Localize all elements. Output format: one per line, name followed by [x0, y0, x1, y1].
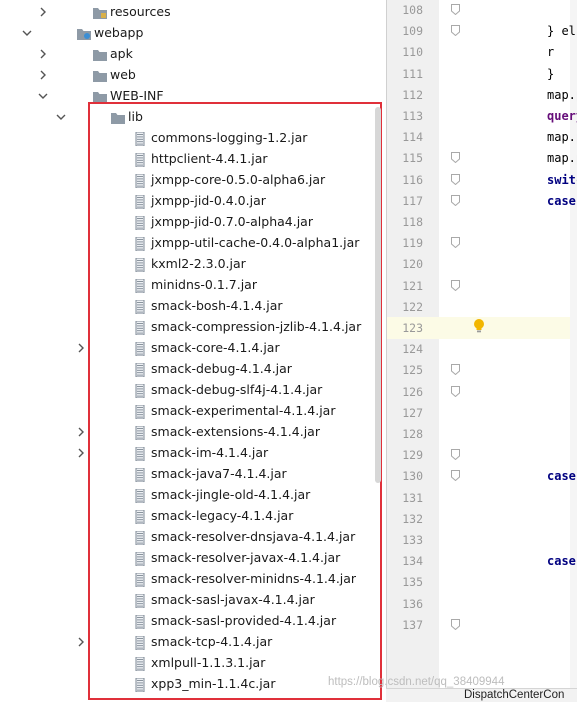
line-number: 131 — [402, 490, 423, 505]
chevron-right-icon[interactable] — [36, 1, 50, 22]
line-number: 108 — [402, 3, 423, 17]
chevron-right-icon[interactable] — [74, 337, 88, 358]
line-number: 134 — [402, 554, 423, 569]
code-editor[interactable]: 108 109 110 111 112 113 114 115 116 117 118 119 120 1… — [386, 0, 577, 702]
chevron-right-icon[interactable] — [74, 442, 88, 463]
line-number: 133 — [402, 533, 423, 547]
line-number: 112 — [402, 87, 423, 102]
watermark-text: https://blog.csdn.net/qq_38409944 — [328, 676, 505, 688]
fold-marker-icon[interactable] — [451, 173, 460, 185]
fold-marker-icon[interactable] — [451, 279, 460, 291]
tree-scrollbar[interactable] — [375, 107, 381, 483]
chevron-right-icon[interactable] — [74, 631, 88, 652]
line-number: 113 — [402, 109, 423, 123]
fold-marker-icon[interactable] — [451, 194, 460, 206]
tree-item-label: webapp — [94, 25, 144, 40]
line-number: 118 — [402, 215, 423, 229]
chevron-right-icon[interactable] — [36, 43, 50, 64]
fold-marker-icon[interactable] — [451, 470, 460, 482]
tree-item-folder[interactable]: resources — [0, 1, 372, 22]
fold-marker-icon[interactable] — [451, 364, 460, 376]
line-number: 128 — [402, 427, 423, 441]
code-line[interactable]: case — [547, 465, 576, 487]
line-number: 115 — [402, 151, 423, 166]
lightbulb-icon[interactable] — [472, 318, 486, 337]
fold-marker-icon[interactable] — [451, 449, 460, 461]
editor-tab-label[interactable]: DispatchCenterCon — [464, 689, 564, 701]
code-line[interactable]: query — [547, 105, 577, 127]
line-number: 130 — [402, 469, 423, 484]
chevron-down-icon[interactable] — [54, 106, 68, 127]
line-number: 136 — [402, 596, 423, 611]
line-number: 121 — [402, 278, 423, 293]
line-number: 122 — [402, 299, 423, 314]
folder-icon — [92, 68, 108, 82]
folder-icon — [76, 26, 92, 40]
line-number: 127 — [402, 405, 423, 420]
line-number: 135 — [402, 575, 423, 590]
line-number: 116 — [402, 172, 423, 187]
chevron-down-icon[interactable] — [20, 22, 34, 43]
line-number: 137 — [402, 617, 423, 632]
chevron-right-icon[interactable] — [36, 64, 50, 85]
tree-item-label: resources — [110, 4, 171, 19]
line-number: 117 — [402, 193, 423, 208]
fold-marker-icon[interactable] — [451, 25, 460, 37]
code-line[interactable]: map.p — [547, 147, 577, 169]
code-line[interactable]: case — [547, 550, 576, 572]
line-number: 126 — [402, 384, 423, 399]
line-number: 120 — [402, 257, 423, 272]
code-line[interactable]: } el — [547, 20, 576, 42]
line-number: 110 — [402, 45, 423, 60]
line-number: 124 — [402, 342, 423, 357]
fold-marker-icon[interactable] — [451, 237, 460, 249]
folder-icon — [92, 47, 108, 61]
tree-item-folder[interactable]: webapp — [0, 22, 372, 43]
code-line[interactable]: case — [547, 190, 576, 212]
line-number: 114 — [402, 130, 423, 145]
line-number: 125 — [402, 363, 423, 378]
tree-item-folder[interactable]: apk — [0, 43, 372, 64]
line-number: 129 — [402, 448, 423, 463]
line-number: 119 — [402, 236, 423, 251]
fold-marker-icon[interactable] — [451, 152, 460, 164]
code-line[interactable]: r — [547, 41, 554, 63]
fold-marker-icon[interactable] — [451, 4, 460, 15]
fold-marker-icon[interactable] — [451, 385, 460, 397]
fold-marker-icon[interactable] — [451, 618, 460, 630]
tree-item-label: web — [110, 67, 136, 82]
tree-item-folder[interactable]: web — [0, 64, 372, 85]
line-number: 123 — [402, 321, 423, 335]
chevron-right-icon[interactable] — [74, 421, 88, 442]
lib-highlight-box — [88, 102, 382, 700]
code-line[interactable]: } — [547, 63, 554, 85]
current-line-highlight — [439, 317, 577, 339]
code-line[interactable]: map.p — [547, 126, 577, 148]
line-number: 111 — [402, 66, 423, 81]
line-number: 109 — [402, 24, 423, 39]
line-number: 132 — [402, 511, 423, 526]
code-line[interactable]: switc — [547, 169, 577, 191]
tree-item-label: apk — [110, 46, 133, 61]
chevron-down-icon[interactable] — [36, 85, 50, 106]
folder-icon — [92, 5, 108, 19]
code-line[interactable]: map.p — [547, 84, 577, 106]
folder-icon — [92, 89, 108, 103]
